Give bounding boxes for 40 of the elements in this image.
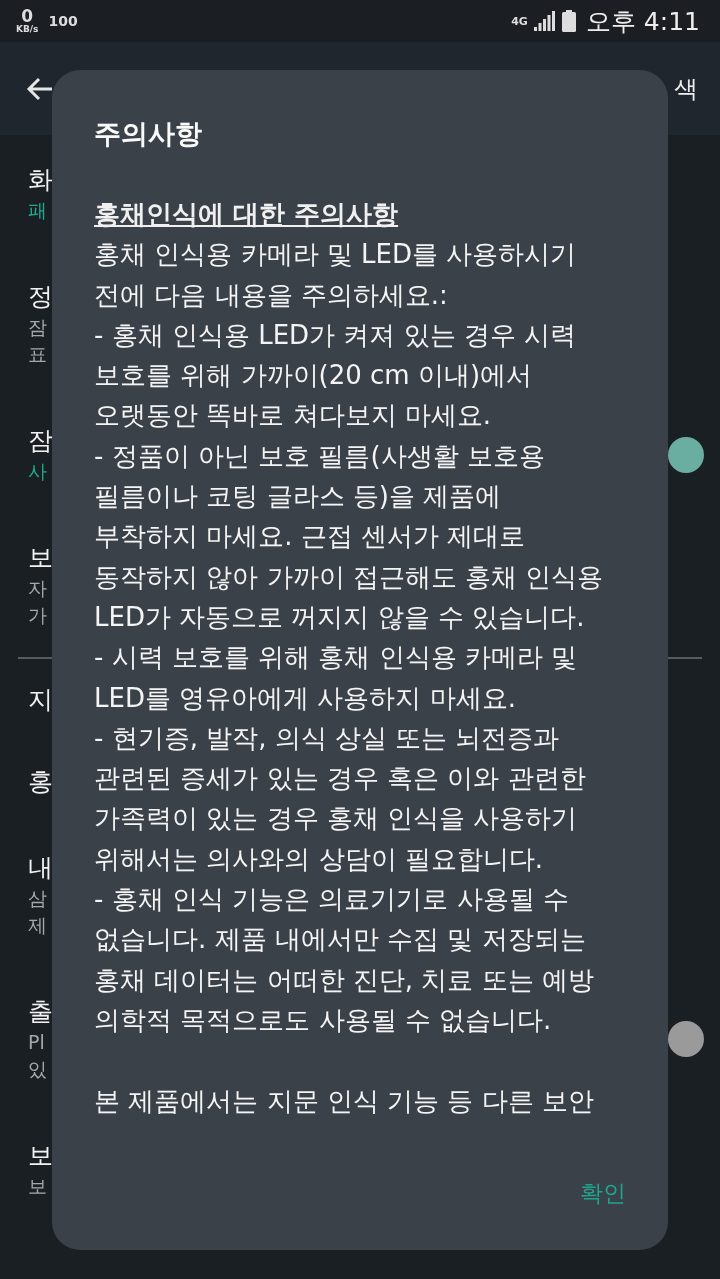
clock: 오후 4:11 bbox=[585, 5, 700, 38]
paragraph: - 홍채 인식용 LED가 켜져 있는 경우 시력 보호를 위해 가까이(20 cm 이내)에서 오랫동안 똑바로 쳐다보지 마세요. bbox=[94, 318, 578, 433]
signal-icon bbox=[533, 11, 556, 31]
setting-summary: 삼 bbox=[28, 886, 48, 911]
back-icon[interactable] bbox=[26, 76, 54, 101]
network-type: 4G bbox=[511, 14, 528, 28]
setting-summary: 있 bbox=[28, 1057, 48, 1082]
speed-unit: KB/s bbox=[16, 25, 39, 34]
setting-summary: 가 bbox=[28, 603, 48, 628]
dialog-title: 주의사항 bbox=[94, 117, 203, 151]
setting-summary: 제 bbox=[28, 913, 48, 938]
setting-summary: 보 bbox=[28, 1174, 48, 1199]
setting-title[interactable]: 내 bbox=[28, 851, 53, 885]
setting-title[interactable]: 정 bbox=[28, 280, 53, 314]
status-text: 100 bbox=[48, 13, 78, 29]
setting-title[interactable]: 보 bbox=[28, 1139, 53, 1173]
network-speed: 0 bbox=[21, 8, 34, 25]
setting-summary: 사 bbox=[28, 459, 48, 484]
setting-title[interactable]: 지 bbox=[28, 683, 53, 717]
setting-title[interactable]: 화 bbox=[28, 163, 53, 197]
switch-thumb[interactable] bbox=[668, 436, 704, 473]
battery-icon bbox=[561, 10, 576, 32]
paragraph: - 정품이 아닌 보호 필름(사생활 보호용 필름이나 코팅 글라스 등)을 제품에 부착하지 마세요. 근접 센서가 제대로 동작하지 않아 가까이 접근해도 홍채 인식용 LED가 자동으로 꺼지지 않을 수 있습니다. bbox=[94, 439, 605, 634]
paragraph: 홍채 인식용 카메라 및 LED를 사용하시기 전에 다음 내용을 주의하세요.: bbox=[94, 238, 578, 312]
setting-summary: 패 bbox=[28, 198, 48, 223]
setting-title[interactable]: 잠 bbox=[28, 424, 53, 458]
switch-thumb[interactable] bbox=[668, 1021, 704, 1057]
paragraph: - 홍채 인식 기능은 의료기기로 사용될 수 없습니다. 제품 내에서만 수집 및 저장되는 홍채 데이터는 어떠한 진단, 치료 또는 예방 의학적 목적으로도 사용될 수 없습니다. bbox=[94, 883, 595, 1037]
setting-summary: 표 bbox=[28, 342, 48, 367]
setting-title[interactable]: 보 bbox=[28, 541, 53, 575]
paragraph: - 현기증, 발작, 의식 상실 또는 뇌전증과 관련된 증세가 있는 경우 혹은 이와 관련한 가족력이 있는 경우 홍채 인식을 사용하기 위해서는 의사와의 상담이 필요합니다. bbox=[94, 721, 587, 876]
setting-summary: Pl bbox=[28, 1030, 46, 1055]
setting-summary: 잠 bbox=[28, 315, 48, 340]
section-heading: 홍채인식에 대한 주의사항 bbox=[94, 198, 400, 231]
paragraph: - 시력 보호를 위해 홍채 인식용 카메라 및 LED를 영유아에게 사용하지 마세요. bbox=[94, 641, 579, 715]
setting-title[interactable]: 홍 bbox=[28, 765, 53, 799]
search-link[interactable]: 색 bbox=[674, 72, 698, 105]
paragraph: 본 제품에서는 지문 인식 기능 등 다른 보안 bbox=[94, 1084, 595, 1118]
setting-title[interactable]: 출 bbox=[28, 995, 53, 1029]
setting-summary: 자 bbox=[28, 576, 48, 601]
